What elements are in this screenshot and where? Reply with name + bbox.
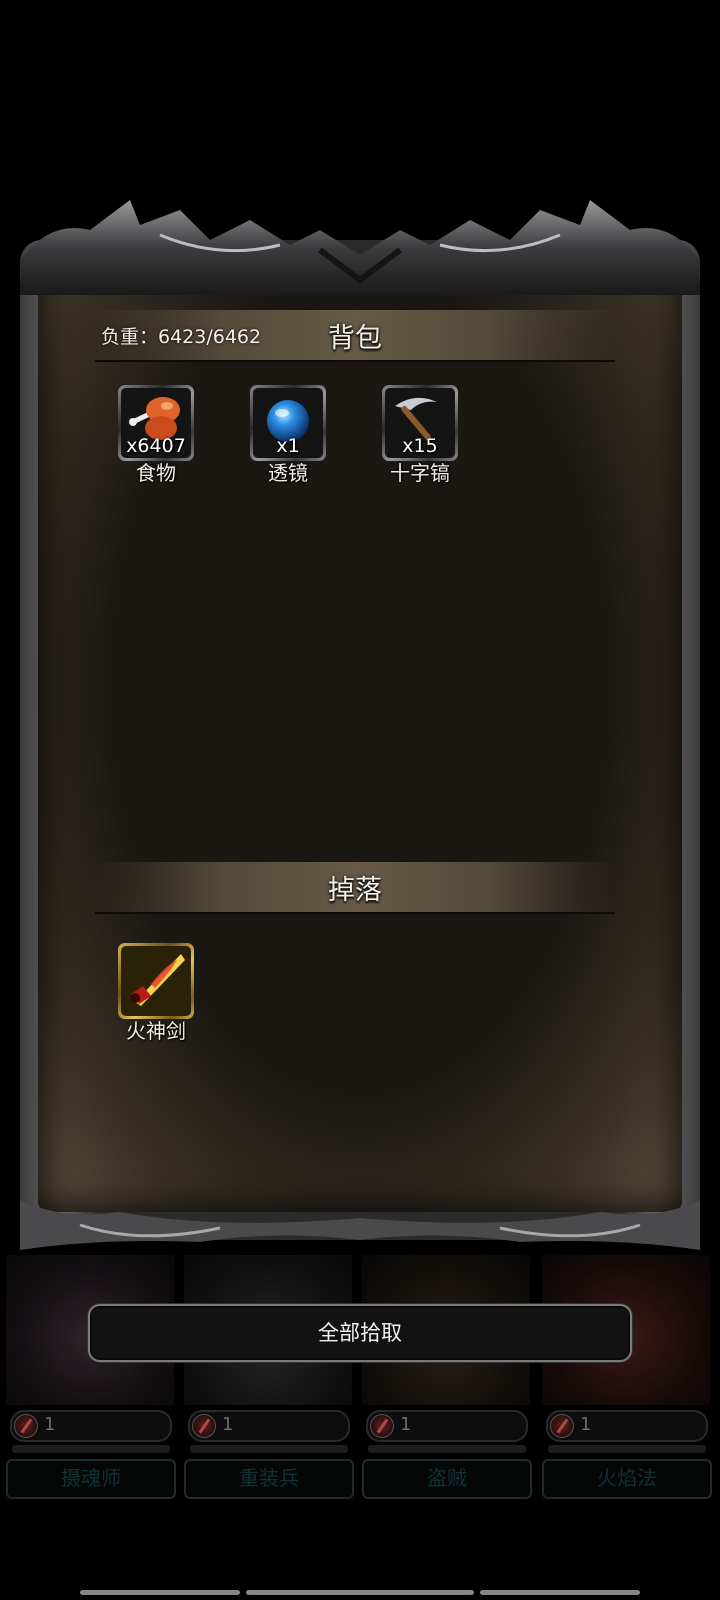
hp-indicator: 1: [546, 1410, 708, 1442]
no-potion-icon: [550, 1414, 574, 1438]
nav-bar-segment: [246, 1590, 474, 1595]
dragon-crest-ornament: [20, 200, 700, 295]
header-divider: [95, 360, 615, 362]
nav-bar-segment: [480, 1590, 640, 1595]
pickup-all-label: 全部拾取: [318, 1321, 402, 1345]
item-name: 火神剑: [126, 1019, 186, 1043]
drops-header: 掉落: [95, 862, 615, 914]
item-quantity: x6407: [126, 435, 186, 457]
party-slot-4[interactable]: 1 火焰法: [538, 1255, 714, 1505]
hp-bar: [368, 1445, 526, 1453]
panel-bottom-ornament: [20, 1200, 700, 1250]
backpack-header: 负重：6423/6462 背包: [95, 310, 615, 362]
item-slot: [118, 943, 194, 1019]
hp-indicator: 1: [188, 1410, 350, 1442]
hp-value: 1: [580, 1414, 592, 1435]
item-quantity: x15: [402, 435, 438, 457]
hp-indicator: 1: [366, 1410, 528, 1442]
hp-bar: [190, 1445, 348, 1453]
hp-indicator: 1: [10, 1410, 172, 1442]
hero-name: 重装兵: [184, 1459, 354, 1499]
hp-bar: [548, 1445, 706, 1453]
inventory-item-food[interactable]: x6407 食物: [106, 385, 206, 485]
item-name: 十字镐: [390, 461, 450, 485]
drops-title: 掉落: [328, 875, 382, 906]
inventory-item-lens[interactable]: x1 透镜: [238, 385, 338, 485]
header-divider: [95, 912, 615, 914]
drop-item-fire-sword[interactable]: 火神剑: [106, 943, 206, 1043]
party-slot-3[interactable]: 1 盗贼: [358, 1255, 534, 1505]
hp-value: 1: [222, 1414, 234, 1435]
hp-value: 1: [44, 1414, 56, 1435]
inventory-item-pickaxe[interactable]: x15 十字镐: [370, 385, 470, 485]
pickup-all-button[interactable]: 全部拾取: [88, 1304, 632, 1362]
item-name: 食物: [136, 461, 176, 485]
nav-bar-segment: [80, 1590, 240, 1595]
hero-name: 盗贼: [362, 1459, 532, 1499]
party-slot-2[interactable]: 1 重装兵: [180, 1255, 356, 1505]
fire-sword-icon: [130, 954, 185, 1006]
hero-name: 火焰法: [542, 1459, 712, 1499]
party-roster: 1 摄魂师 1 重装兵 1 盗贼 1 火焰法: [0, 1255, 720, 1505]
item-quantity: x1: [276, 435, 300, 457]
no-potion-icon: [370, 1414, 394, 1438]
hp-bar: [12, 1445, 170, 1453]
hp-value: 1: [400, 1414, 412, 1435]
no-potion-icon: [192, 1414, 216, 1438]
no-potion-icon: [14, 1414, 38, 1438]
backpack-title: 背包: [328, 323, 382, 354]
party-slot-1[interactable]: 1 摄魂师: [2, 1255, 178, 1505]
hero-name: 摄魂师: [6, 1459, 176, 1499]
item-name: 透镜: [268, 461, 308, 485]
